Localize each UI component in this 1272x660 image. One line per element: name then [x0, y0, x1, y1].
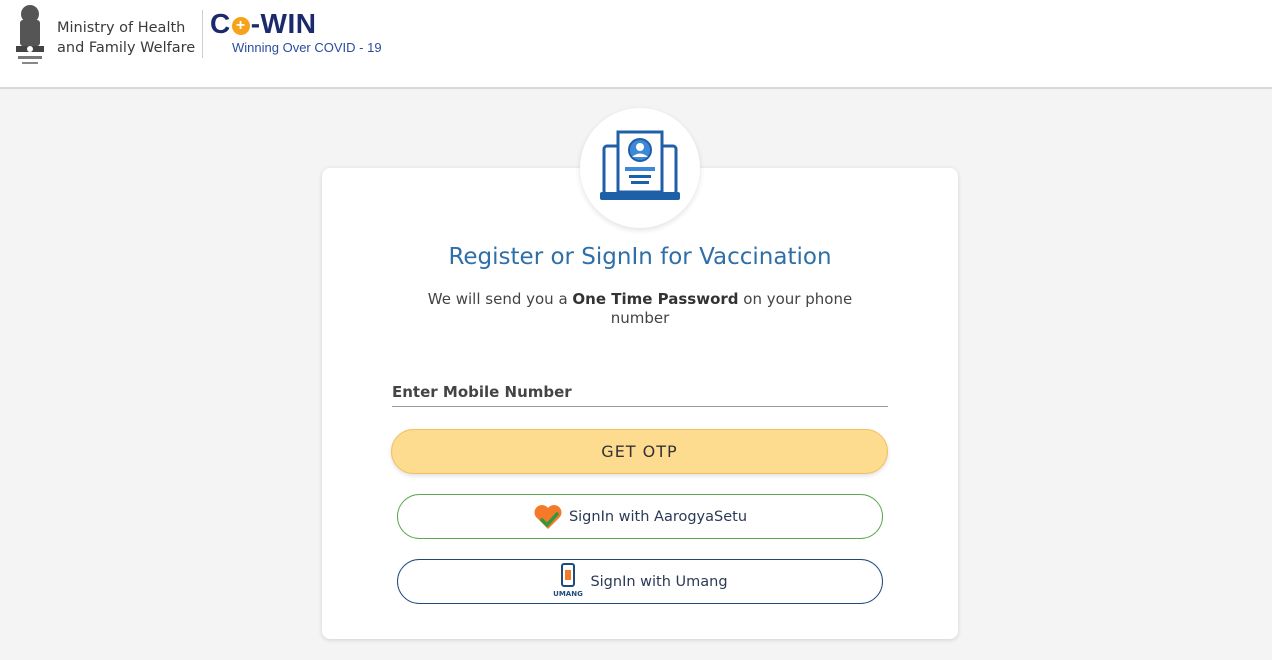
- cowin-tagline: Winning Over COVID - 19: [232, 40, 382, 55]
- page-subtitle: We will send you a One Time Password on …: [410, 290, 870, 328]
- vaccination-icon-circle: [580, 108, 700, 228]
- aarogyasetu-heart-icon: [533, 503, 563, 531]
- national-emblem-icon: [16, 5, 44, 64]
- get-otp-button[interactable]: GET OTP: [391, 429, 888, 474]
- logo-plus-icon: +: [231, 17, 250, 35]
- subtitle-bold: One Time Password: [572, 290, 739, 308]
- signin-umang-button[interactable]: UMANG SignIn with Umang: [397, 559, 883, 604]
- logo-co: C: [210, 8, 231, 39]
- logo-win: -WIN: [250, 8, 317, 39]
- vaccination-laptop-icon: [600, 130, 680, 200]
- top-header: Ministry of Health and Family Welfare C +…: [0, 0, 1272, 89]
- aarogyasetu-button-label: SignIn with AarogyaSetu: [568, 508, 748, 525]
- subtitle-pre: We will send you a: [427, 290, 573, 308]
- header-divider: [202, 10, 203, 58]
- mobile-number-input[interactable]: [392, 378, 888, 407]
- umang-phone-icon: UMANG: [552, 562, 584, 602]
- ministry-line-1: Ministry of Health: [57, 20, 186, 36]
- signin-aarogyasetu-button[interactable]: SignIn with AarogyaSetu: [397, 494, 883, 539]
- umang-icon-label: UMANG: [554, 590, 584, 598]
- ministry-line-2: and Family Welfare: [57, 40, 196, 56]
- umang-button-label: SignIn with Umang: [590, 573, 728, 590]
- ministry-name: Ministry of Health and Family Welfare: [57, 18, 195, 58]
- cowin-logo[interactable]: C + -WIN: [210, 8, 317, 40]
- page-title: Register or SignIn for Vaccination: [448, 244, 832, 270]
